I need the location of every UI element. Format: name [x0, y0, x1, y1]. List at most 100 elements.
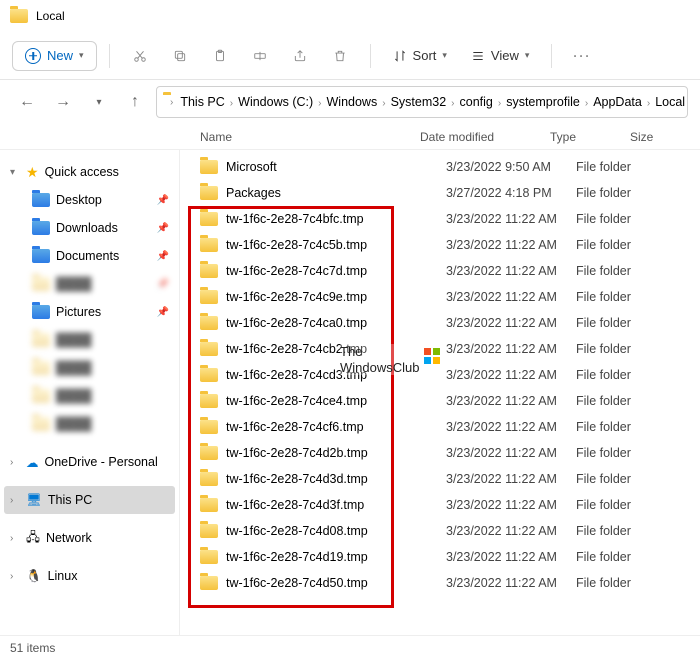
- file-row[interactable]: tw-1f6c-2e28-7c4c5b.tmp3/23/2022 11:22 A…: [180, 232, 700, 258]
- folder-icon: [32, 389, 50, 403]
- breadcrumb-segment[interactable]: config: [456, 93, 497, 111]
- view-button[interactable]: View ▾: [461, 38, 539, 74]
- file-row[interactable]: tw-1f6c-2e28-7c4c9e.tmp3/23/2022 11:22 A…: [180, 284, 700, 310]
- breadcrumb-segment[interactable]: Local: [651, 93, 688, 111]
- sidebar-onedrive[interactable]: ›☁OneDrive - Personal: [4, 448, 175, 476]
- cut-button[interactable]: [122, 38, 158, 74]
- file-row[interactable]: Microsoft3/23/2022 9:50 AMFile folder: [180, 154, 700, 180]
- sidebar-item-blurred[interactable]: ████: [4, 410, 175, 438]
- sidebar-item-blurred[interactable]: ████: [4, 382, 175, 410]
- label: ████: [56, 417, 91, 431]
- back-button[interactable]: ←: [12, 87, 42, 117]
- forward-button[interactable]: →: [48, 87, 78, 117]
- file-type: File folder: [576, 446, 676, 460]
- file-date: 3/23/2022 11:22 AM: [446, 290, 576, 304]
- file-row[interactable]: tw-1f6c-2e28-7c4cd3.tmp3/23/2022 11:22 A…: [180, 362, 700, 388]
- separator: [109, 44, 110, 68]
- file-date: 3/23/2022 11:22 AM: [446, 316, 576, 330]
- view-icon: [471, 49, 485, 63]
- file-row[interactable]: tw-1f6c-2e28-7c4d2b.tmp3/23/2022 11:22 A…: [180, 440, 700, 466]
- file-type: File folder: [576, 316, 676, 330]
- file-name: tw-1f6c-2e28-7c4cd3.tmp: [226, 368, 446, 382]
- new-button[interactable]: New ▾: [12, 41, 97, 71]
- file-date: 3/23/2022 11:22 AM: [446, 264, 576, 278]
- sidebar-this-pc[interactable]: ›🖥This PC: [4, 486, 175, 514]
- column-size[interactable]: Size: [630, 130, 700, 144]
- sidebar-item-blurred[interactable]: ████: [4, 354, 175, 382]
- folder-icon: [200, 290, 218, 304]
- breadcrumb-segment[interactable]: Windows (C:): [234, 93, 317, 111]
- sidebar: ▾★Quick access Desktop📌 Downloads📌 Docum…: [0, 150, 180, 635]
- file-date: 3/23/2022 11:22 AM: [446, 524, 576, 538]
- file-row[interactable]: tw-1f6c-2e28-7c4cf6.tmp3/23/2022 11:22 A…: [180, 414, 700, 440]
- copy-button[interactable]: [162, 38, 198, 74]
- file-date: 3/23/2022 11:22 AM: [446, 446, 576, 460]
- sidebar-network[interactable]: ›🖧Network: [4, 524, 175, 552]
- file-row[interactable]: tw-1f6c-2e28-7c4d50.tmp3/23/2022 11:22 A…: [180, 570, 700, 596]
- sidebar-desktop[interactable]: Desktop📌: [4, 186, 175, 214]
- file-row[interactable]: tw-1f6c-2e28-7c4ca0.tmp3/23/2022 11:22 A…: [180, 310, 700, 336]
- column-headers: Name Date modified Type Size: [0, 124, 700, 150]
- sidebar-item-blurred[interactable]: ████📌: [4, 270, 175, 298]
- breadcrumb-segment[interactable]: This PC: [176, 93, 228, 111]
- sort-button[interactable]: Sort ▾: [383, 38, 457, 74]
- breadcrumb-segment[interactable]: systemprofile: [502, 93, 584, 111]
- network-icon: 🖧: [26, 528, 40, 549]
- column-type[interactable]: Type: [550, 130, 630, 144]
- label: Desktop: [56, 193, 102, 207]
- delete-button[interactable]: [322, 38, 358, 74]
- more-button[interactable]: ···: [564, 38, 600, 74]
- file-row[interactable]: tw-1f6c-2e28-7c4d3d.tmp3/23/2022 11:22 A…: [180, 466, 700, 492]
- file-name: tw-1f6c-2e28-7c4d2b.tmp: [226, 446, 446, 460]
- file-name: tw-1f6c-2e28-7c4cb2.tmp: [226, 342, 446, 356]
- window-title: Local: [36, 9, 65, 23]
- sidebar-quick-access[interactable]: ▾★Quick access: [4, 158, 175, 186]
- chevron-right-icon: ›: [10, 495, 20, 506]
- sidebar-linux[interactable]: ›🐧Linux: [4, 562, 175, 590]
- file-type: File folder: [576, 342, 676, 356]
- breadcrumb-segment[interactable]: Windows: [323, 93, 382, 111]
- folder-icon: [200, 498, 218, 512]
- file-row[interactable]: Packages3/27/2022 4:18 PMFile folder: [180, 180, 700, 206]
- sidebar-item-blurred[interactable]: ████: [4, 326, 175, 354]
- file-name: tw-1f6c-2e28-7c4d08.tmp: [226, 524, 446, 538]
- up-button[interactable]: ↑: [120, 87, 150, 117]
- file-date: 3/23/2022 11:22 AM: [446, 420, 576, 434]
- sidebar-documents[interactable]: Documents📌: [4, 242, 175, 270]
- chevron-down-icon: ▾: [79, 50, 84, 61]
- sidebar-pictures[interactable]: Pictures📌: [4, 298, 175, 326]
- breadcrumb-segment[interactable]: System32: [387, 93, 451, 111]
- folder-icon: [200, 186, 218, 200]
- file-row[interactable]: tw-1f6c-2e28-7c4cb2.tmp3/23/2022 11:22 A…: [180, 336, 700, 362]
- file-date: 3/23/2022 11:22 AM: [446, 368, 576, 382]
- share-button[interactable]: [282, 38, 318, 74]
- file-date: 3/23/2022 11:22 AM: [446, 212, 576, 226]
- label: Quick access: [45, 165, 119, 179]
- file-type: File folder: [576, 498, 676, 512]
- file-date: 3/23/2022 11:22 AM: [446, 394, 576, 408]
- column-name[interactable]: Name: [180, 130, 420, 144]
- chevron-down-icon[interactable]: ▾: [84, 87, 114, 117]
- folder-icon: [200, 550, 218, 564]
- address-bar[interactable]: › This PC›Windows (C:)›Windows›System32›…: [156, 86, 688, 118]
- label: This PC: [48, 493, 92, 507]
- file-date: 3/23/2022 11:22 AM: [446, 472, 576, 486]
- breadcrumb-segment[interactable]: AppData: [589, 93, 646, 111]
- file-row[interactable]: tw-1f6c-2e28-7c4bfc.tmp3/23/2022 11:22 A…: [180, 206, 700, 232]
- sidebar-downloads[interactable]: Downloads📌: [4, 214, 175, 242]
- file-row[interactable]: tw-1f6c-2e28-7c4d19.tmp3/23/2022 11:22 A…: [180, 544, 700, 570]
- folder-icon: [200, 394, 218, 408]
- file-row[interactable]: tw-1f6c-2e28-7c4d3f.tmp3/23/2022 11:22 A…: [180, 492, 700, 518]
- paste-button[interactable]: [202, 38, 238, 74]
- label: Downloads: [56, 221, 118, 235]
- file-row[interactable]: tw-1f6c-2e28-7c4d08.tmp3/23/2022 11:22 A…: [180, 518, 700, 544]
- column-date[interactable]: Date modified: [420, 130, 550, 144]
- file-name: tw-1f6c-2e28-7c4c5b.tmp: [226, 238, 446, 252]
- folder-icon: [200, 420, 218, 434]
- label: ████: [56, 389, 91, 403]
- rename-button[interactable]: [242, 38, 278, 74]
- file-row[interactable]: tw-1f6c-2e28-7c4ce4.tmp3/23/2022 11:22 A…: [180, 388, 700, 414]
- file-row[interactable]: tw-1f6c-2e28-7c4c7d.tmp3/23/2022 11:22 A…: [180, 258, 700, 284]
- chevron-right-icon: ›: [317, 98, 322, 109]
- file-type: File folder: [576, 550, 676, 564]
